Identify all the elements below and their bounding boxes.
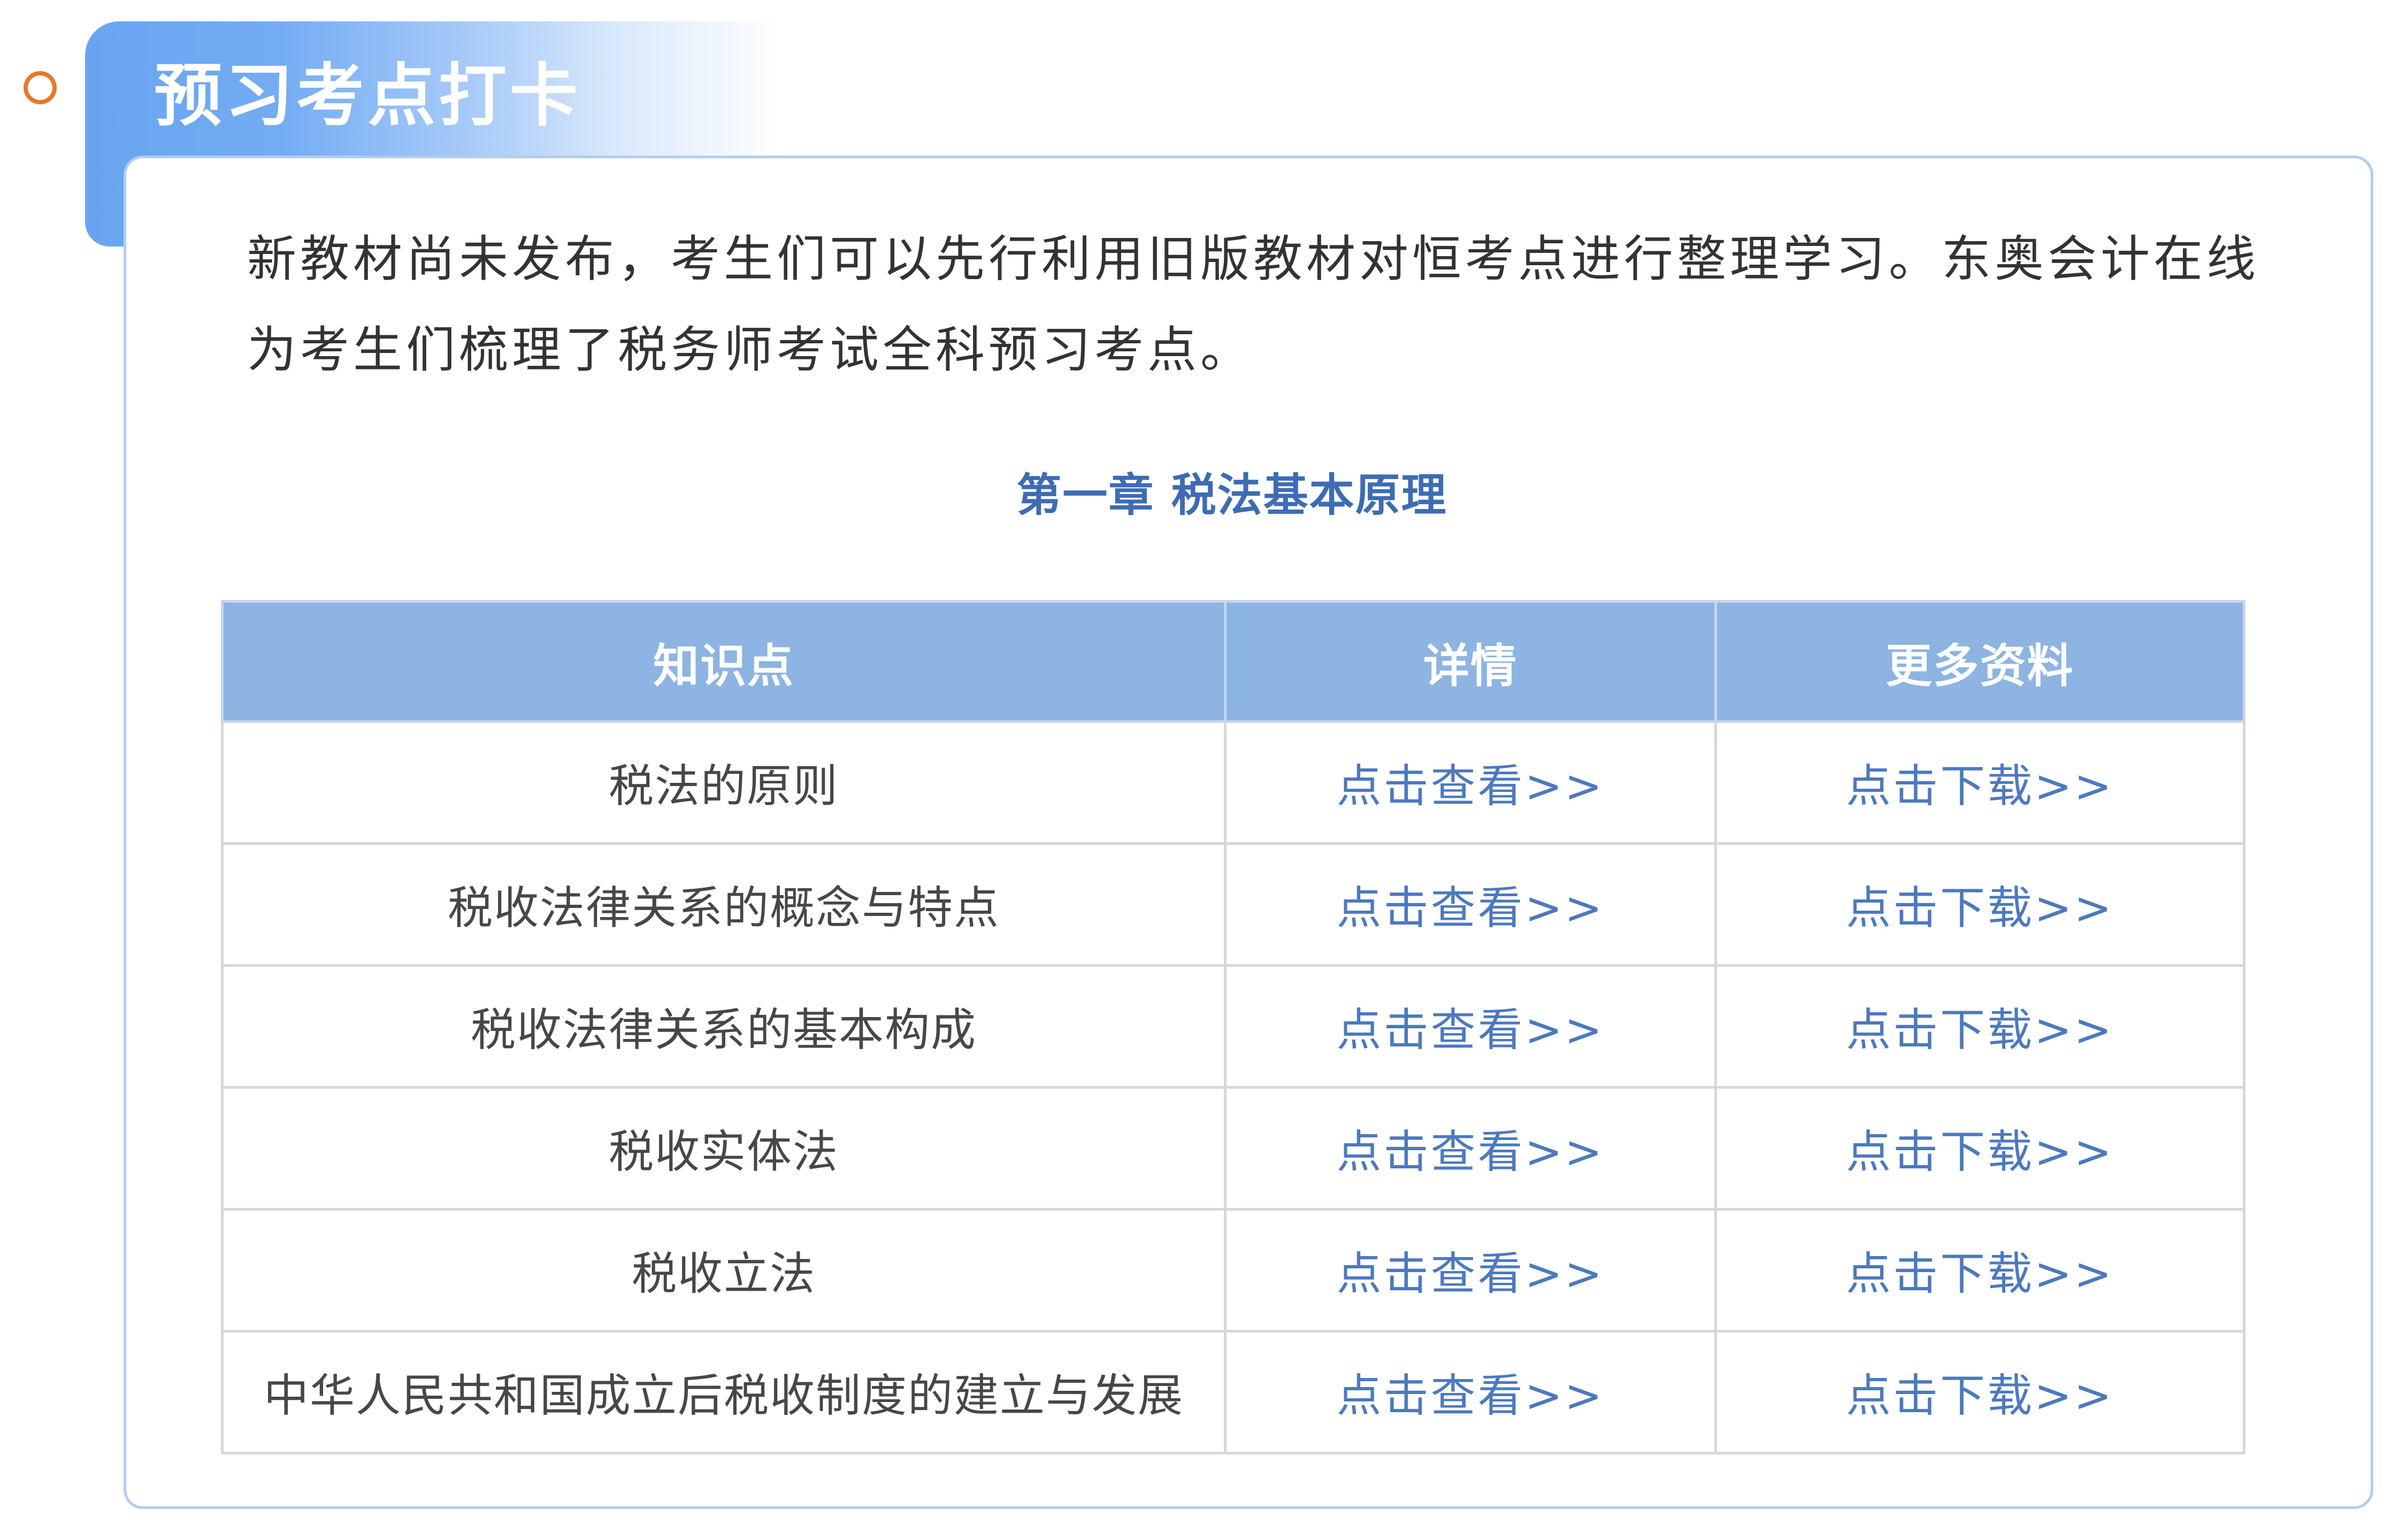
detail-cell: 点击查看>> [1224,1208,1717,1333]
view-detail-link[interactable]: 点击查看>> [1337,882,1605,934]
chapter-title: 第一章 税法基本原理 [1016,469,1447,521]
download-cell: 点击下载>> [1714,720,2245,845]
topic-cell: 中华人民共和国成立后税收制度的建立与发展 [221,1330,1227,1454]
topic-cell: 税收法律关系的概念与特点 [221,842,1227,967]
download-cell: 点击下载>> [1714,1208,2245,1333]
knowledge-point-table: 知识点 详情 更多资料 税法的原则 点击查看>> 点击下载>> 税收法律关系的概… [221,600,2245,1454]
topic-cell: 税收法律关系的基本构成 [221,964,1227,1089]
download-cell: 点击下载>> [1714,964,2245,1089]
detail-cell: 点击查看>> [1224,842,1717,967]
detail-cell: 点击查看>> [1224,1330,1717,1454]
detail-cell: 点击查看>> [1224,964,1717,1089]
detail-cell: 点击查看>> [1224,1086,1717,1211]
detail-cell: 点击查看>> [1224,720,1717,845]
download-link[interactable]: 点击下载>> [1846,882,2114,934]
view-detail-link[interactable]: 点击查看>> [1337,1126,1605,1178]
download-link[interactable]: 点击下载>> [1846,1126,2114,1178]
topic-cell: 税法的原则 [221,720,1227,845]
content-card: 新教材尚未发布，考生们可以先行利用旧版教材对恒考点进行整理学习。东奥会计在线为考… [124,156,2373,1509]
table-row: 税收实体法 点击查看>> 点击下载>> [221,1086,2245,1211]
header-more-materials: 更多资料 [1714,600,2245,723]
table-header-row: 知识点 详情 更多资料 [221,600,2245,723]
topic-cell: 税收实体法 [221,1086,1227,1211]
section-title: 预习考点打卡 [154,56,581,135]
header-details: 详情 [1224,600,1717,723]
view-detail-link[interactable]: 点击查看>> [1337,760,1605,812]
table-row: 税收立法 点击查看>> 点击下载>> [221,1208,2245,1333]
topic-cell: 税收立法 [221,1208,1227,1333]
header-knowledge-point: 知识点 [221,600,1227,723]
table-row: 中华人民共和国成立后税收制度的建立与发展 点击查看>> 点击下载>> [221,1330,2245,1454]
download-cell: 点击下载>> [1714,1086,2245,1211]
download-link[interactable]: 点击下载>> [1846,1004,2114,1056]
intro-paragraph: 新教材尚未发布，考生们可以先行利用旧版教材对恒考点进行整理学习。东奥会计在线为考… [247,230,2260,379]
preview-checkin-section: 预习考点打卡 新教材尚未发布，考生们可以先行利用旧版教材对恒考点进行整理学习。东… [0,0,2407,1540]
table-row: 税收法律关系的概念与特点 点击查看>> 点击下载>> [221,842,2245,967]
view-detail-link[interactable]: 点击查看>> [1337,1004,1605,1056]
view-detail-link[interactable]: 点击查看>> [1337,1369,1605,1422]
download-link[interactable]: 点击下载>> [1846,1369,2114,1422]
table-row: 税法的原则 点击查看>> 点击下载>> [221,720,2245,845]
download-link[interactable]: 点击下载>> [1846,1248,2114,1300]
table-row: 税收法律关系的基本构成 点击查看>> 点击下载>> [221,964,2245,1089]
download-link[interactable]: 点击下载>> [1846,760,2114,812]
download-cell: 点击下载>> [1714,842,2245,967]
circle-outline-icon [24,71,57,104]
view-detail-link[interactable]: 点击查看>> [1337,1248,1605,1300]
download-cell: 点击下载>> [1714,1330,2245,1454]
